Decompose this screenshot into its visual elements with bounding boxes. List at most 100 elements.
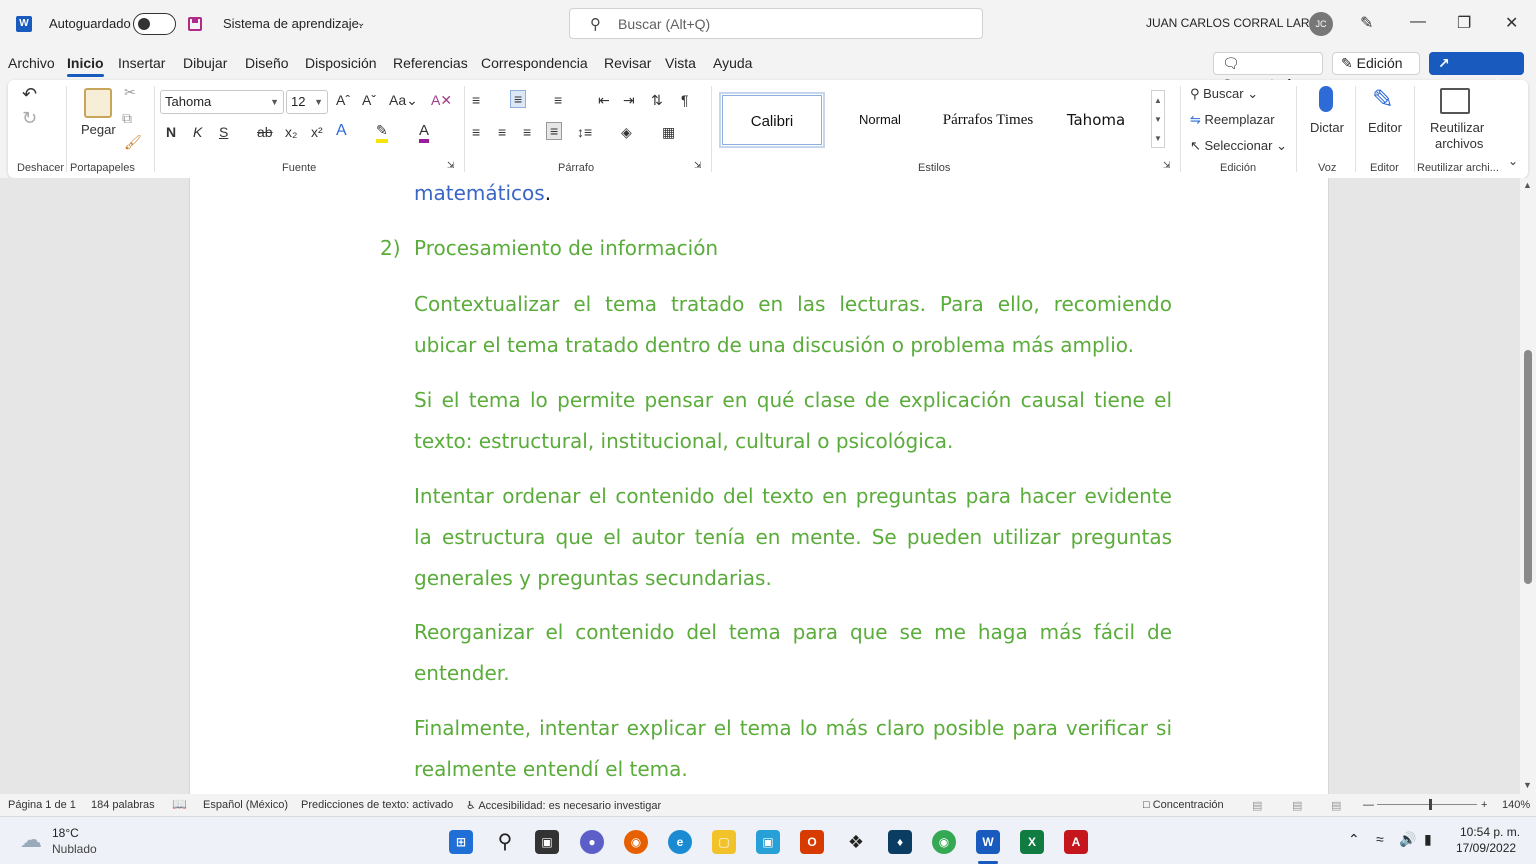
remote-desktop-icon[interactable]: ▣	[756, 830, 780, 854]
chat-icon[interactable]: ●	[580, 830, 604, 854]
dropbox-icon[interactable]: ❖	[844, 830, 868, 854]
shrink-font-icon[interactable]: Aˇ	[362, 92, 376, 108]
style-calibri[interactable]: Calibri	[719, 92, 825, 148]
tab-diseno[interactable]: Diseño	[245, 55, 289, 71]
subscript-icon[interactable]: x₂	[285, 124, 297, 140]
search-box[interactable]: ⚲ Buscar (Alt+Q)	[569, 8, 983, 39]
tab-referencias[interactable]: Referencias	[393, 55, 468, 71]
share-button[interactable]: ↗ Compartir	[1429, 52, 1524, 92]
styles-scroll[interactable]: ▲ ▼ ▼	[1151, 90, 1165, 148]
page[interactable]: matemáticos. 2) Procesamiento de informa…	[189, 178, 1329, 794]
cut-icon[interactable]: ✂	[124, 84, 136, 101]
accessibility-status[interactable]: ♿ Accesibilidad: es necesario investigar	[466, 799, 661, 812]
scroll-up-icon[interactable]: ▲	[1523, 180, 1532, 190]
replace-button[interactable]: ⇋ Reemplazar	[1190, 112, 1275, 128]
tab-vista[interactable]: Vista	[665, 55, 696, 71]
zoom-out-icon[interactable]: —	[1363, 799, 1374, 811]
select-button[interactable]: ↖ Seleccionar ⌄	[1190, 138, 1287, 154]
start-icon[interactable]: ⊞	[449, 830, 473, 854]
tab-dibujar[interactable]: Dibujar	[183, 55, 227, 71]
user-name[interactable]: JUAN CARLOS CORRAL LARA	[1146, 16, 1318, 30]
justify-icon[interactable]: ≡	[546, 122, 563, 140]
font-color-icon[interactable]: A	[419, 122, 430, 143]
strikethrough-icon[interactable]: ab	[257, 124, 273, 140]
tab-correspondencia[interactable]: Correspondencia	[481, 55, 588, 71]
clock-time[interactable]: 10:54 p. m.	[1460, 825, 1520, 839]
align-left-icon[interactable]: ≡	[472, 124, 480, 140]
highlight-icon[interactable]: ✎	[376, 122, 388, 143]
reuse-files-label-2[interactable]: archivos	[1435, 136, 1483, 151]
paragraph[interactable]: Finalmente, intentar explicar el tema lo…	[414, 708, 1172, 790]
task-view-icon[interactable]: ▣	[535, 830, 559, 854]
edit-mode-button[interactable]: ✎ Edición ⌄	[1332, 52, 1420, 92]
paragraph[interactable]: Si el tema lo permite pensar en qué clas…	[414, 380, 1172, 462]
dialog-launcher-icon[interactable]: ⇲	[1163, 160, 1171, 171]
superscript-icon[interactable]: x²	[311, 124, 323, 140]
proofing-icon[interactable]: 📖	[172, 797, 187, 811]
chevron-down-icon[interactable]: ⌄	[357, 18, 365, 29]
tab-archivo[interactable]: Archivo	[8, 55, 55, 71]
editor-button[interactable]: Editor	[1368, 120, 1402, 135]
paste-icon[interactable]	[84, 88, 112, 118]
bold-button[interactable]: N	[166, 124, 176, 140]
dialog-launcher-icon[interactable]: ⇲	[694, 160, 702, 171]
paragraph[interactable]: Contextualizar el tema tratado en las le…	[414, 284, 1172, 366]
restore-icon[interactable]: ❐	[1457, 13, 1471, 33]
avatar[interactable]: JC	[1309, 12, 1333, 36]
microphone-icon[interactable]	[1319, 86, 1333, 112]
sort-icon[interactable]: ⇅	[651, 92, 663, 109]
tab-disposicion[interactable]: Disposición	[305, 55, 377, 71]
excel-icon[interactable]: X	[1020, 830, 1044, 854]
language[interactable]: Español (México)	[203, 799, 288, 811]
clock-date[interactable]: 17/09/2022	[1456, 841, 1516, 855]
pilcrow-icon[interactable]: ¶	[681, 92, 689, 108]
chevron-up-icon[interactable]: ⌃	[1348, 831, 1360, 848]
clear-formatting-icon[interactable]: A✕	[431, 92, 452, 109]
reuse-files-icon[interactable]	[1440, 88, 1470, 114]
find-button[interactable]: ⚲ Buscar ⌄	[1190, 86, 1258, 102]
decrease-indent-icon[interactable]: ⇤	[598, 92, 610, 109]
file-explorer-icon[interactable]: ▢	[712, 830, 736, 854]
underline-button[interactable]: S	[219, 124, 228, 140]
tab-insertar[interactable]: Insertar	[118, 55, 165, 71]
acrobat-icon[interactable]: A	[1064, 830, 1088, 854]
increase-indent-icon[interactable]: ⇥	[623, 92, 635, 109]
align-right-icon[interactable]: ≡	[523, 124, 531, 140]
grow-font-icon[interactable]: Aˆ	[336, 92, 350, 108]
style-tahoma[interactable]: Tahoma	[1045, 92, 1147, 148]
search-icon[interactable]: ⚲	[493, 830, 517, 854]
word-taskbar-icon[interactable]: W	[976, 830, 1000, 854]
font-size-select[interactable]: 12 ▼	[286, 90, 328, 114]
reuse-files-label-1[interactable]: Reutilizar	[1430, 120, 1484, 135]
battery-icon[interactable]: ▮	[1424, 831, 1432, 848]
shading-icon[interactable]: ◈	[621, 124, 632, 141]
page-count[interactable]: Página 1 de 1	[8, 799, 76, 811]
undo-icon[interactable]: ↶	[22, 84, 37, 105]
section-heading[interactable]: Procesamiento de información	[414, 228, 1172, 269]
chrome-icon[interactable]: ◉	[932, 830, 956, 854]
text-fragment[interactable]: matemáticos.	[414, 178, 1172, 214]
paste-label[interactable]: Pegar	[81, 122, 116, 137]
align-center-icon[interactable]: ≡	[498, 124, 506, 140]
zoom-slider-thumb[interactable]	[1429, 799, 1432, 810]
borders-icon[interactable]: ▦	[662, 124, 675, 141]
italic-button[interactable]: K	[193, 124, 202, 140]
font-name-select[interactable]: Tahoma ▼	[160, 90, 284, 114]
editor-icon[interactable]: ✎	[1372, 84, 1394, 115]
line-spacing-icon[interactable]: ↕≡	[577, 124, 592, 140]
tab-revisar[interactable]: Revisar	[604, 55, 651, 71]
multilevel-list-icon[interactable]: ≡	[554, 92, 562, 108]
firefox-icon[interactable]: ◉	[624, 830, 648, 854]
paragraph[interactable]: Reorganizar el contenido del tema para q…	[414, 612, 1172, 694]
style-normal[interactable]: Normal	[829, 92, 931, 148]
text-effects-icon[interactable]: A	[336, 122, 347, 140]
redo-icon[interactable]: ↻	[22, 108, 37, 129]
document-title[interactable]: Sistema de aprendizaje.	[223, 16, 362, 31]
numbering-icon[interactable]: ≡	[510, 90, 527, 108]
temperature[interactable]: 18°C	[52, 826, 79, 840]
style-parrafos-times[interactable]: Párrafos Times	[933, 92, 1043, 148]
wifi-icon[interactable]: ≈	[1376, 831, 1384, 847]
vertical-scrollbar[interactable]: ▲ ▼	[1520, 178, 1536, 794]
scrollbar-thumb[interactable]	[1524, 350, 1532, 584]
copy-icon[interactable]: ⧉	[122, 110, 132, 127]
